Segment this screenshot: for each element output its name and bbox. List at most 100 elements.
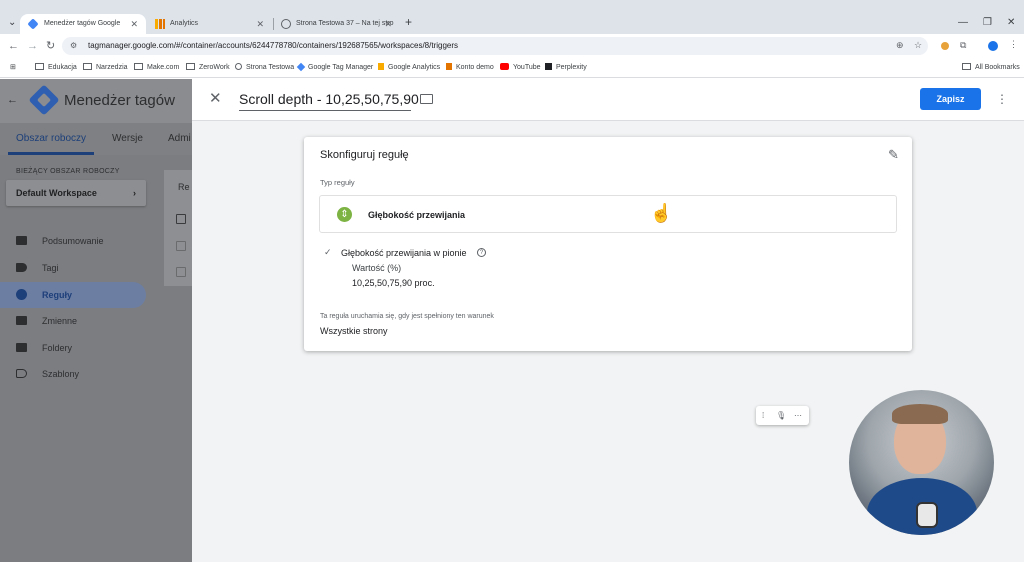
bookmark-star-icon[interactable]: ☆: [914, 40, 922, 51]
tab-analytics[interactable]: Analytics ✕: [146, 14, 272, 34]
bookmark-ga[interactable]: Google Analytics: [378, 58, 440, 78]
trigger-name-underline: [239, 110, 411, 111]
floating-toolbar[interactable]: ⁞ 🎙 ⋯: [756, 406, 809, 425]
sidebar-item-tagi[interactable]: Tagi: [0, 255, 146, 281]
trigger-type-label: Typ reguły: [320, 178, 355, 187]
trigger-name-input[interactable]: Scroll depth - 10,25,50,75,90: [239, 91, 419, 107]
bookmark-edukacja[interactable]: Edukacja: [35, 58, 77, 78]
bookmarks-bar: ⊞ Edukacja Narzedzia Make.com ZeroWork S…: [0, 58, 1024, 78]
folder-icon: [16, 343, 27, 352]
more-options-icon[interactable]: ⋮: [996, 92, 1008, 106]
folder-icon: [962, 63, 971, 70]
variables-icon: [16, 316, 27, 325]
browser-menu-icon[interactable]: ⋮: [1009, 39, 1018, 50]
active-tab-indicator: [8, 152, 94, 155]
template-icon: [16, 369, 27, 378]
folder-icon: [83, 63, 92, 70]
folder-icon[interactable]: [420, 94, 433, 104]
tab-close-icon[interactable]: ✕: [130, 14, 138, 34]
gtm-favicon-icon: [27, 18, 39, 30]
drag-handle-icon[interactable]: ⁞: [762, 406, 764, 425]
workspace-name: Default Workspace: [16, 188, 97, 198]
analytics-icon: [446, 63, 452, 70]
save-button[interactable]: Zapisz: [920, 88, 981, 110]
hand-cursor-icon: ☝: [650, 203, 673, 223]
bookmark-narzedzia[interactable]: Narzedzia: [83, 58, 128, 78]
profile-avatar[interactable]: [988, 41, 998, 51]
tab-gtm[interactable]: Menedżer tagów Google ✕: [20, 14, 146, 34]
trigger-config-card[interactable]: Skonfiguruj regułę ✎ Typ reguły ⇕ Głębok…: [304, 137, 912, 351]
sidebar-item-szablony[interactable]: Szablony: [0, 361, 146, 387]
workspace-label: BIEŻĄCY OBSZAR ROBOCZY: [16, 168, 120, 175]
bookmark-strona-testowa[interactable]: Strona Testowa: [235, 58, 294, 78]
tag-icon: [16, 263, 27, 272]
card-title: Skonfiguruj regułę: [320, 149, 409, 161]
scroll-depth-icon: ⇕: [337, 207, 352, 222]
tab-wersje[interactable]: Wersje: [112, 133, 143, 144]
bookmark-make[interactable]: Make.com: [134, 58, 179, 78]
trigger-icon: [16, 289, 27, 300]
close-editor-icon[interactable]: ✕: [209, 90, 222, 108]
row-checkbox[interactable]: [176, 241, 186, 251]
tab-analytics-title: Analytics: [170, 20, 199, 27]
tab-search-icon[interactable]: ⌄: [8, 17, 16, 28]
bookmark-youtube[interactable]: YouTube: [500, 58, 541, 78]
perplexity-icon: [545, 63, 552, 70]
window-close-icon[interactable]: ✕: [1007, 17, 1015, 28]
folder-icon: [16, 236, 27, 245]
minimize-icon[interactable]: —: [958, 17, 968, 28]
tab-close-icon[interactable]: ✕: [256, 14, 264, 34]
folder-icon: [35, 63, 44, 70]
bookmark-konto-demo[interactable]: Konto demo: [446, 58, 494, 78]
back-icon[interactable]: ←: [8, 40, 19, 52]
webcam-overlay: [849, 390, 994, 535]
apps-grid-icon[interactable]: ⊞: [10, 58, 16, 78]
sidebar-item-reguly[interactable]: Reguły: [0, 282, 146, 308]
gtm-app-title: Menedżer tagów: [64, 92, 175, 109]
pencil-icon[interactable]: ✎: [888, 147, 899, 163]
gtm-icon: [296, 62, 306, 72]
value-text: 10,25,50,75,90 proc.: [352, 278, 435, 288]
tab-strona-title: Strona Testowa 37 – Na tej stro: [296, 20, 394, 27]
analytics-icon: [378, 63, 384, 70]
tab-admin[interactable]: Admi: [168, 133, 191, 144]
sidebar-item-foldery[interactable]: Foldery: [0, 335, 146, 361]
back-arrow-icon[interactable]: ←: [7, 94, 18, 106]
bookmark-gtm[interactable]: Google Tag Manager: [296, 58, 373, 78]
new-tab-icon[interactable]: +: [405, 15, 412, 29]
tab-obszar-roboczy[interactable]: Obszar roboczy: [16, 133, 86, 144]
bookmark-zerowork[interactable]: ZeroWork: [186, 58, 230, 78]
forward-icon[interactable]: →: [27, 40, 38, 52]
extension-icon[interactable]: [941, 42, 949, 50]
zoom-icon[interactable]: ⊕: [896, 40, 904, 51]
tab-strona[interactable]: Strona Testowa 37 – Na tej stro ✕: [272, 14, 400, 34]
microphone-icon: [916, 502, 938, 528]
more-options-icon[interactable]: ⋯: [794, 406, 802, 425]
youtube-icon: [500, 63, 509, 70]
help-icon[interactable]: ?: [477, 248, 486, 257]
tab-close-icon[interactable]: ✕: [384, 14, 392, 34]
sidebar-item-zmienne[interactable]: Zmienne: [0, 308, 146, 334]
all-bookmarks[interactable]: All Bookmarks: [962, 58, 1020, 78]
extensions-puzzle-icon[interactable]: ⧉: [960, 40, 966, 51]
globe-favicon-icon: [281, 19, 291, 29]
check-icon: ✓: [324, 247, 332, 257]
omnibox[interactable]: ⚙ tagmanager.google.com/#/container/acco…: [62, 37, 928, 55]
microphone-icon[interactable]: 🎙: [776, 406, 786, 425]
workspace-selector[interactable]: Default Workspace ›: [6, 180, 146, 206]
bookmark-perplexity[interactable]: Perplexity: [545, 58, 587, 78]
url-text[interactable]: tagmanager.google.com/#/container/accoun…: [88, 37, 458, 55]
value-label: Wartość (%): [352, 263, 402, 273]
condition-label: Ta reguła uruchamia się, gdy jest spełni…: [320, 313, 494, 320]
trigger-type-selector[interactable]: ⇕ Głębokość przewijania ☝: [319, 195, 897, 233]
presenter-hair: [892, 404, 948, 424]
restore-icon[interactable]: ❐: [983, 17, 992, 28]
site-info-icon[interactable]: ⚙: [70, 41, 77, 50]
sidebar-item-podsumowanie[interactable]: Podsumowanie: [0, 228, 146, 254]
tab-gtm-title: Menedżer tagów Google: [44, 20, 121, 27]
condition-value: Wszystkie strony: [320, 326, 388, 336]
select-all-checkbox[interactable]: [176, 214, 186, 224]
reload-icon[interactable]: ↻: [46, 40, 55, 52]
row-checkbox[interactable]: [176, 267, 186, 277]
panel-heading: Re: [178, 182, 190, 192]
